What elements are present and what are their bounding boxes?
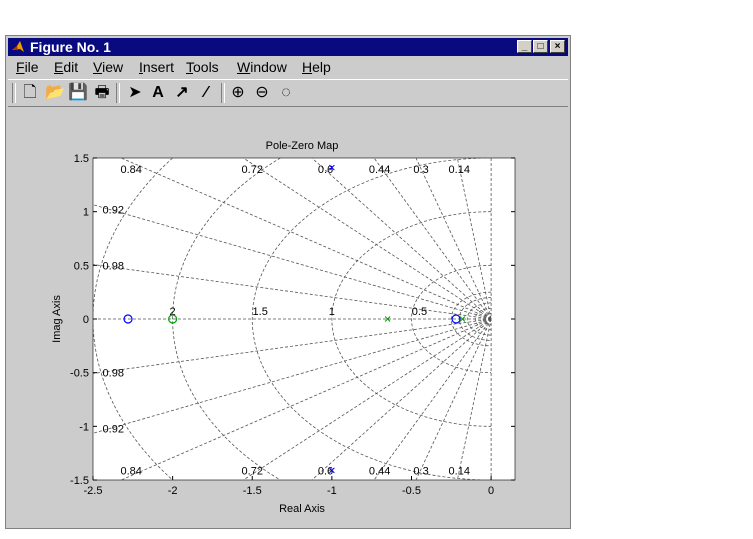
damping-label: 0.84 — [121, 164, 142, 176]
damping-label: 0.98 — [103, 260, 124, 272]
damping-label: 0.72 — [242, 164, 263, 176]
damping-label: 0.92 — [103, 423, 124, 435]
y-tick-label: -0.5 — [70, 368, 89, 380]
damping-label: 0.3 — [413, 164, 428, 176]
wn-label: 0.5 — [412, 306, 427, 318]
damping-label: 0.6 — [318, 164, 333, 176]
wn-label: 1 — [329, 306, 335, 318]
damping-label: 0.44 — [369, 164, 390, 176]
damping-label: 0.14 — [449, 164, 470, 176]
x-tick-label: -1.5 — [243, 485, 262, 497]
y-tick-label: 1.5 — [74, 153, 89, 165]
y-axis-label: Imag Axis — [51, 295, 63, 343]
x-tick-label: -2 — [168, 485, 178, 497]
y-tick-label: 0 — [83, 314, 89, 326]
x-tick-label: -0.5 — [402, 485, 421, 497]
x-axis-label: Real Axis — [279, 503, 325, 515]
damping-label: 0.92 — [103, 205, 124, 217]
x-tick-label: -1 — [327, 485, 337, 497]
damping-label: 0.14 — [449, 466, 470, 478]
pole-zero-chart: 0.840.840.720.720.60.60.440.440.30.30.14… — [51, 140, 516, 515]
damping-label: 0.3 — [413, 466, 428, 478]
damping-label: 0.84 — [121, 466, 142, 478]
y-tick-label: 1 — [83, 207, 89, 219]
y-tick-label: -1 — [79, 421, 89, 433]
damping-label: 0.98 — [103, 368, 124, 380]
x-tick-label: 0 — [488, 485, 494, 497]
y-tick-label: -1.5 — [70, 475, 89, 487]
damping-label: 0.72 — [242, 466, 263, 478]
y-tick-label: 0.5 — [74, 260, 89, 272]
chart-title: Pole-Zero Map — [266, 140, 339, 152]
damping-label: 0.44 — [369, 466, 390, 478]
wn-label: 1.5 — [253, 306, 268, 318]
